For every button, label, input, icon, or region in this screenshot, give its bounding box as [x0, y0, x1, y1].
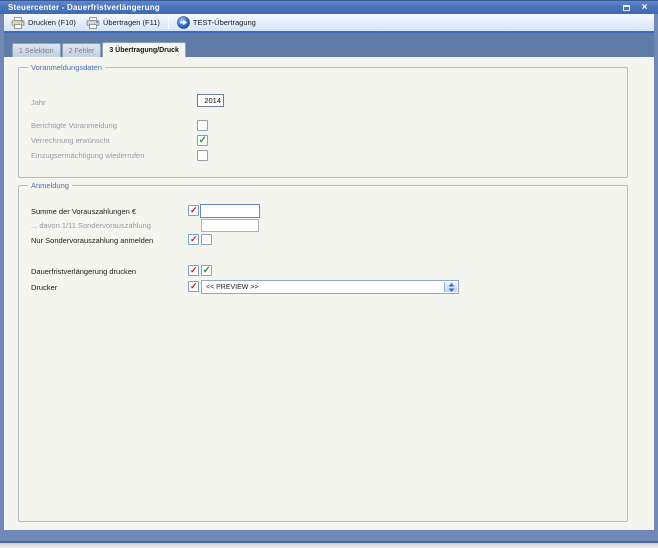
uebertragen-label: Übertragen (F11) [103, 18, 160, 27]
drucken-label: Drucken (F10) [28, 18, 76, 27]
content-panel: Voranmeldungsdaten Jahr Berichtigte Vora… [4, 57, 654, 530]
summe-vorauszahlungen-label: Summe der Vorauszahlungen € [31, 206, 136, 217]
dropdown-arrows-icon[interactable] [444, 282, 457, 292]
tab-strip: 1 Selektion 2 Fehler 3 Übertragung/Druck [4, 33, 654, 57]
dauerfristverlaengerung-assist-check-icon[interactable] [188, 265, 199, 276]
tab-uebertragung-druck[interactable]: 3 Übertragung/Druck [102, 42, 186, 57]
jahr-label: Jahr [31, 97, 46, 108]
drucker-assist-check-icon[interactable] [188, 281, 199, 292]
dauerfristverlaengerung-drucken-checkbox[interactable] [201, 265, 212, 276]
tab-selektion[interactable]: 1 Selektion [12, 43, 61, 57]
go-sphere-icon [177, 16, 190, 29]
jahr-input[interactable] [197, 94, 224, 107]
verrechnung-erwuenscht-label: Verrechnung erwünscht [31, 135, 110, 146]
title-bar: Steuercenter - Dauerfristverlängerung × [0, 0, 658, 14]
groupbox-anmeldung: Anmeldung Summe der Vorauszahlungen € ..… [18, 185, 628, 522]
window-controls: × [621, 3, 650, 13]
printer-icon [11, 17, 25, 29]
restore-button[interactable] [621, 3, 632, 13]
window-drop-shadow [0, 543, 658, 548]
dauerfristverlaengerung-drucken-label: Dauerfristverlängerung drucken [31, 266, 136, 277]
anmeldung-legend: Anmeldung [28, 181, 72, 190]
drucker-label: Drucker [31, 282, 57, 293]
drucken-button[interactable]: Drucken (F10) [6, 15, 81, 30]
test-uebertragung-button[interactable]: TEST-Übertragung [172, 15, 261, 30]
davon-sondervorauszahlung-input[interactable] [201, 219, 259, 232]
nur-sondervorauszahlung-label: Nur Sondervorauszahlung anmelden [31, 235, 153, 246]
restore-icon [623, 5, 630, 11]
test-uebertragung-label: TEST-Übertragung [193, 18, 256, 27]
close-button[interactable]: × [639, 3, 650, 13]
einzugsermaechtigung-label: Einzugsermächtigung wiederrufen [31, 150, 144, 161]
summe-vorauszahlungen-input[interactable] [200, 204, 260, 218]
uebertragen-button[interactable]: Übertragen (F11) [81, 15, 165, 30]
groupbox-voranmeldungsdaten: Voranmeldungsdaten Jahr Berichtigte Vora… [18, 67, 628, 178]
davon-sondervorauszahlung-label: ... davon 1/11 Sondervorauszahlung [31, 220, 151, 231]
drucker-combobox-value: << PREVIEW >> [206, 284, 259, 291]
tab-fehler[interactable]: 2 Fehler [62, 43, 102, 57]
voranmeldungsdaten-legend: Voranmeldungsdaten [28, 63, 105, 72]
close-icon: × [642, 3, 648, 13]
verrechnung-erwuenscht-checkbox[interactable] [197, 135, 208, 146]
window-title: Steuercenter - Dauerfristverlängerung [0, 3, 160, 12]
einzugsermaechtigung-checkbox[interactable] [197, 150, 208, 161]
berichtigte-voranmeldung-checkbox[interactable] [197, 120, 208, 131]
app-window: Steuercenter - Dauerfristverlängerung × … [0, 0, 658, 548]
toolbar-separator [168, 16, 169, 29]
toolbar: Drucken (F10) Übertragen (F11) [4, 14, 654, 33]
berichtigte-voranmeldung-label: Berichtigte Voranmeldung [31, 120, 117, 131]
summe-assist-check-icon[interactable] [188, 205, 199, 216]
printer-send-icon [86, 17, 100, 29]
nur-sondervorauszahlung-checkbox[interactable] [201, 234, 212, 245]
drucker-combobox[interactable]: << PREVIEW >> [201, 280, 459, 294]
nur-sondervorauszahlung-assist-check-icon[interactable] [188, 234, 199, 245]
